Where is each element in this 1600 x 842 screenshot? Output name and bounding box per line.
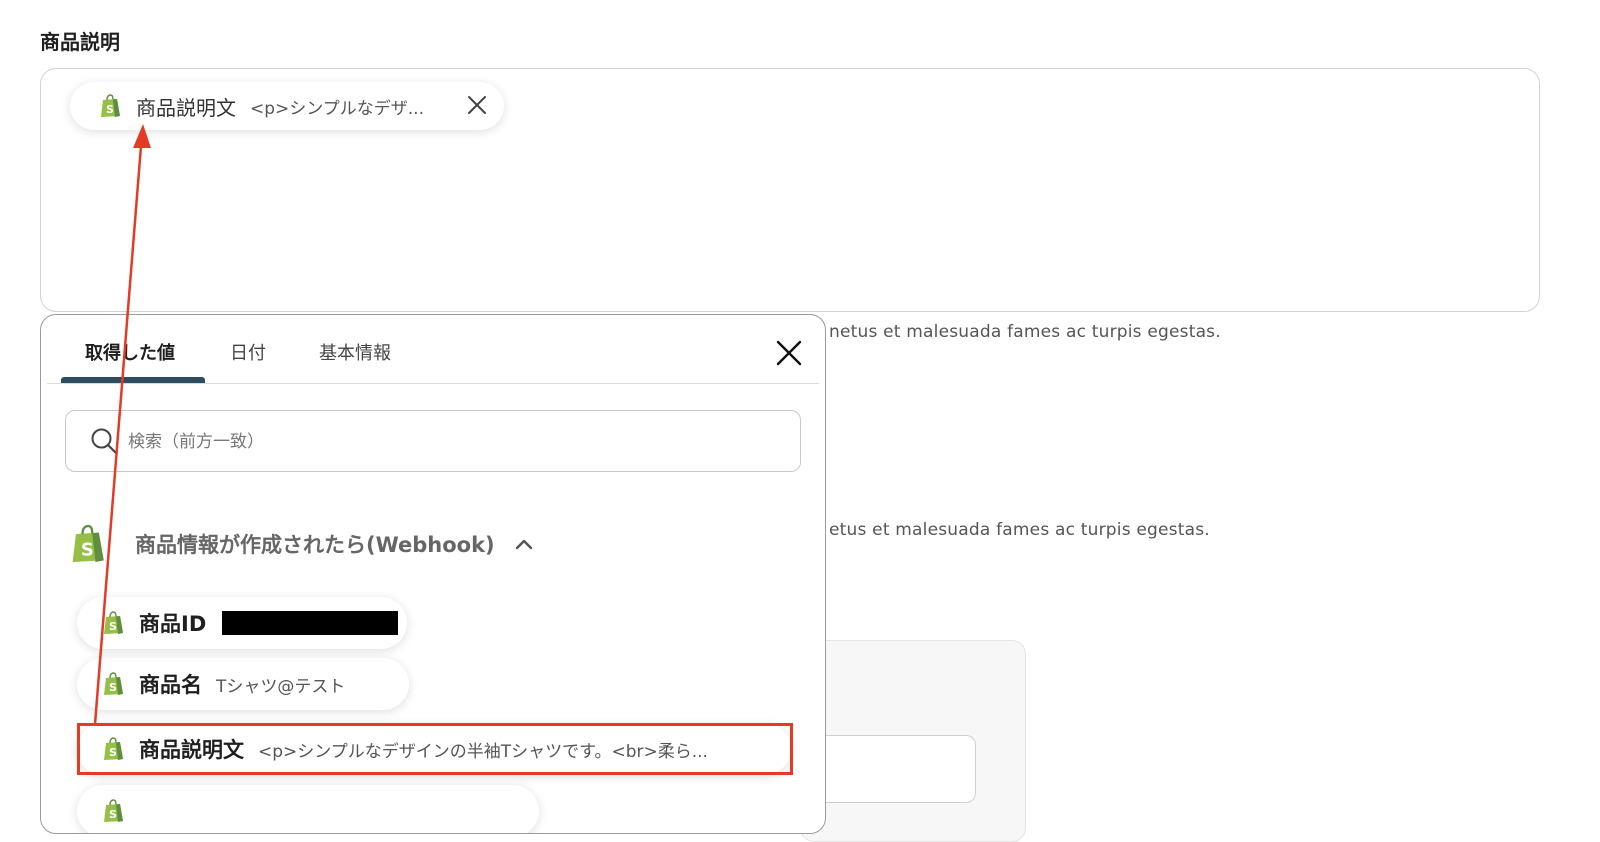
svg-text:S: S [109, 620, 117, 633]
close-icon[interactable] [466, 94, 488, 116]
tab-divider [47, 383, 819, 384]
svg-text:S: S [109, 681, 117, 694]
inserted-variable-chip[interactable]: S 商品説明文 <p>シンプルなデザ... [70, 82, 504, 130]
shopify-bag-icon: S [101, 94, 120, 117]
list-item[interactable]: S 商品名 Tシャツ@テスト [77, 658, 409, 710]
item-label: 商品名 [139, 673, 202, 697]
shopify-bag-icon: S [72, 524, 104, 562]
svg-text:S: S [106, 103, 114, 116]
group-title: 商品情報が作成されたら(Webhook) [135, 533, 495, 557]
field-help-text: etus et malesuada fames ac turpis egesta… [829, 520, 1210, 540]
item-label: 商品ID [139, 612, 207, 636]
highlight-box [77, 723, 793, 775]
background-input[interactable] [800, 735, 976, 803]
shopify-bag-icon: S [104, 799, 123, 822]
chip-label: 商品説明文 [136, 95, 236, 120]
chip-value: <p>シンプルなデザ... [250, 98, 424, 119]
close-icon[interactable] [775, 339, 803, 367]
svg-text:S: S [109, 808, 117, 821]
list-item[interactable]: S 商品ID [77, 597, 407, 649]
trigger-group-header[interactable]: S 商品情報が作成されたら(Webhook) [71, 523, 535, 565]
item-value: Tシャツ@テスト [216, 676, 346, 697]
field-help-text: netus et malesuada fames ac turpis egest… [829, 322, 1221, 342]
shopify-bag-icon: S [104, 672, 123, 695]
search-input[interactable] [126, 425, 770, 459]
tab-retrieved-values[interactable]: 取得した値 [85, 339, 175, 365]
section-title: 商品説明 [40, 30, 120, 54]
redacted-value [222, 611, 399, 635]
search-box [65, 410, 801, 472]
list-item[interactable]: S [77, 785, 539, 833]
tab-basic-info[interactable]: 基本情報 [319, 339, 391, 365]
svg-text:S: S [81, 539, 94, 560]
tab-bar: 取得した値 日付 基本情報 [41, 315, 825, 385]
chevron-up-icon[interactable] [513, 533, 535, 555]
shopify-bag-icon: S [104, 611, 123, 634]
search-icon [91, 428, 118, 455]
tab-date[interactable]: 日付 [230, 339, 266, 365]
